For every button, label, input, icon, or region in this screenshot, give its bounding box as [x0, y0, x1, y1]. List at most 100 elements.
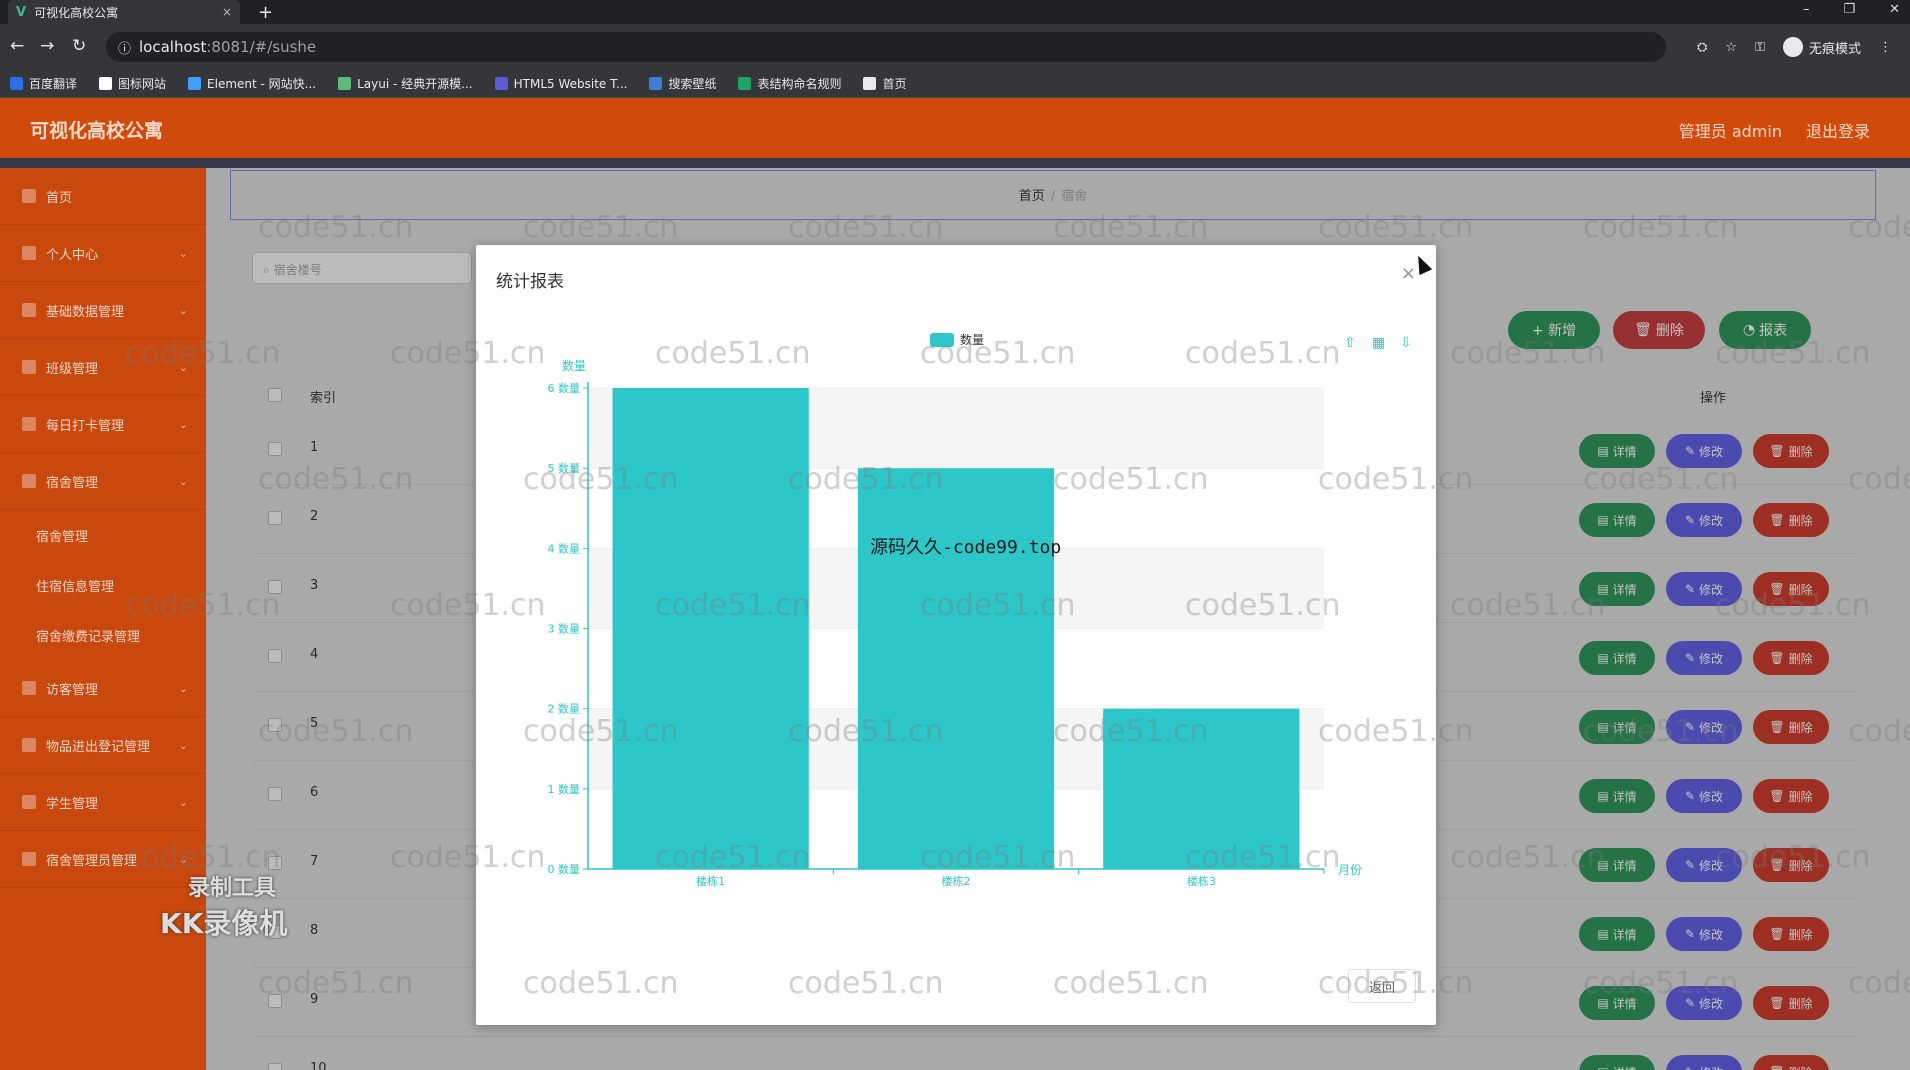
menu-icon: [22, 246, 36, 260]
menu-icon: [22, 417, 36, 431]
sidebar-item[interactable]: 基础数据管理 ⌄: [0, 282, 206, 339]
sidebar-item-label: 宿舍管理: [46, 475, 99, 491]
menu-icon: [22, 360, 36, 374]
chevron-down-icon: ⌄: [178, 795, 188, 809]
x-axis-title: 月份: [1338, 863, 1362, 877]
chevron-down-icon: ⌄: [178, 681, 188, 695]
minimize-icon[interactable]: –: [1803, 2, 1810, 17]
bookmark-label: 搜索壁纸: [668, 77, 717, 91]
sidebar-item-label: 宿舍管理员管理: [46, 853, 138, 869]
tab-title: 可视化高校公寓: [34, 5, 119, 20]
report-dialog: 统计报表 × 0 数量 1 数量 2 数量 3 数量 4 数量 5 数量 6 数量 数量 月份楼…: [476, 245, 1436, 1025]
sidebar-item[interactable]: 物品进出登记管理 ⌄: [0, 717, 206, 774]
y-tick-label: 0 数量: [548, 863, 581, 876]
y-tick-label: 4 数量: [548, 542, 581, 555]
bar: [612, 388, 809, 869]
bookmark-item[interactable]: 表结构命名规则: [738, 75, 841, 92]
bookmark-icon: [649, 77, 663, 90]
sidebar-item[interactable]: 宿舍管理 ⌄: [0, 453, 206, 510]
sidebar-item-label: 班级管理: [46, 361, 99, 377]
url-host: localhost: [139, 38, 207, 56]
info-icon: ⓘ: [118, 41, 132, 57]
vue-logo-icon: V: [16, 4, 27, 20]
admin-label: 管理员 admin: [1678, 122, 1782, 141]
bookmarks-bar: 百度翻译 图标网站 Element - 网站快... Layui - 经典开源模...…: [0, 70, 1910, 98]
header-divider: [0, 158, 1910, 168]
bookmark-item[interactable]: 图标网站: [99, 75, 166, 92]
bookmark-label: HTML5 Website T...: [513, 76, 628, 91]
chevron-down-icon: ⌄: [178, 738, 188, 752]
sidebar-item[interactable]: 每日打卡管理 ⌄: [0, 396, 206, 453]
recorder-badge: 录制工具 KK录像机: [160, 870, 287, 942]
url-input[interactable]: ⓘ localhost:8081/#/sushe: [106, 32, 1666, 62]
bookmark-label: 首页: [882, 77, 907, 91]
sidebar-subitem[interactable]: 宿舍管理: [0, 510, 206, 560]
y-tick-label: 3 数量: [548, 623, 581, 636]
translate-icon[interactable]: ⛭: [1697, 40, 1707, 55]
menu-icon: [22, 189, 36, 203]
download-icon: ⇩: [1400, 335, 1412, 351]
app-title: 可视化高校公寓: [30, 120, 164, 142]
close-window-icon[interactable]: ✕: [1889, 2, 1900, 17]
return-button[interactable]: 返回: [1348, 969, 1416, 1003]
logout-link[interactable]: 退出登录: [1806, 118, 1870, 142]
chevron-down-icon: ⌄: [178, 360, 188, 374]
sidebar-item-label: 个人中心: [46, 247, 99, 263]
bar-chart: 0 数量 1 数量 2 数量 3 数量 4 数量 5 数量 6 数量 数量月份楼栋1 楼栋2 楼栋…: [548, 332, 1412, 888]
forward-icon[interactable]: →: [40, 36, 54, 56]
url-path: :8081/#/sushe: [206, 38, 317, 56]
menu-icon: [22, 303, 36, 317]
x-tick-label: 楼栋3: [1187, 874, 1216, 888]
data-view-icon: ▦: [1372, 335, 1385, 351]
key-icon[interactable]: ⚿: [1755, 40, 1765, 55]
bookmark-item[interactable]: 搜索壁纸: [649, 75, 716, 92]
tab-close-icon[interactable]: ×: [222, 5, 232, 19]
restore-icon[interactable]: ❐: [1843, 2, 1855, 17]
chevron-down-icon: ⌄: [178, 852, 188, 866]
y-tick-label: 2 数量: [548, 703, 581, 716]
bookmark-label: Layui - 经典开源模...: [357, 77, 473, 91]
y-tick-label: 1 数量: [548, 783, 581, 796]
menu-icon[interactable]: ⋮: [1879, 40, 1892, 55]
bookmark-item[interactable]: 百度翻译: [10, 75, 77, 92]
menu-icon: [22, 474, 36, 488]
bookmark-item[interactable]: Element - 网站快...: [188, 75, 316, 92]
reload-icon[interactable]: ↻: [72, 36, 86, 56]
bookmark-item[interactable]: 首页: [863, 75, 907, 92]
browser-actions: ⛭ ☆ ⚿ 无痕模式 ⋮: [1697, 37, 1892, 57]
back-icon[interactable]: ←: [10, 36, 24, 56]
sidebar-item[interactable]: 学生管理 ⌄: [0, 774, 206, 831]
bookmark-icon: [738, 77, 752, 90]
bookmark-label: Element - 网站快...: [207, 77, 317, 91]
legend-label: 数量: [960, 332, 984, 347]
x-tick-label: 楼栋2: [942, 874, 971, 888]
incognito-indicator[interactable]: 无痕模式: [1782, 37, 1861, 57]
bookmark-label: 表结构命名规则: [757, 77, 842, 91]
browser-tab[interactable]: V 可视化高校公寓 ×: [8, 0, 240, 24]
bookmark-item[interactable]: Layui - 经典开源模...: [338, 75, 473, 92]
bookmark-item[interactable]: HTML5 Website T...: [494, 76, 628, 91]
bar: [1103, 708, 1300, 869]
y-tick-label: 5 数量: [548, 462, 581, 475]
sidebar-subitem[interactable]: 住宿信息管理: [0, 560, 206, 610]
menu-icon: [22, 738, 36, 752]
bookmark-icon: [338, 77, 352, 90]
sidebar-subitem[interactable]: 宿舍缴费记录管理: [0, 610, 206, 660]
watermark-center: 源码久久-code99.top: [870, 537, 1062, 558]
sidebar-item[interactable]: 个人中心 ⌄: [0, 225, 206, 282]
sidebar-item-label: 物品进出登记管理: [46, 739, 151, 755]
sidebar-item[interactable]: 首页: [0, 168, 206, 225]
sidebar-item-label: 基础数据管理: [46, 304, 125, 320]
chevron-down-icon: ⌄: [178, 474, 188, 488]
bookmark-label: 百度翻译: [29, 77, 78, 91]
star-icon[interactable]: ☆: [1725, 40, 1737, 55]
chevron-down-icon: ⌄: [178, 417, 188, 431]
sidebar-item[interactable]: 访客管理 ⌄: [0, 660, 206, 717]
zoom-icon: ⇧: [1344, 335, 1356, 351]
menu-icon: [22, 852, 36, 866]
sidebar-item[interactable]: 班级管理 ⌄: [0, 339, 206, 396]
menu-icon: [22, 681, 36, 695]
new-tab-button[interactable]: +: [258, 2, 273, 23]
chevron-down-icon: ⌄: [178, 246, 188, 260]
recorder-label-2: KK录像机: [160, 907, 288, 940]
